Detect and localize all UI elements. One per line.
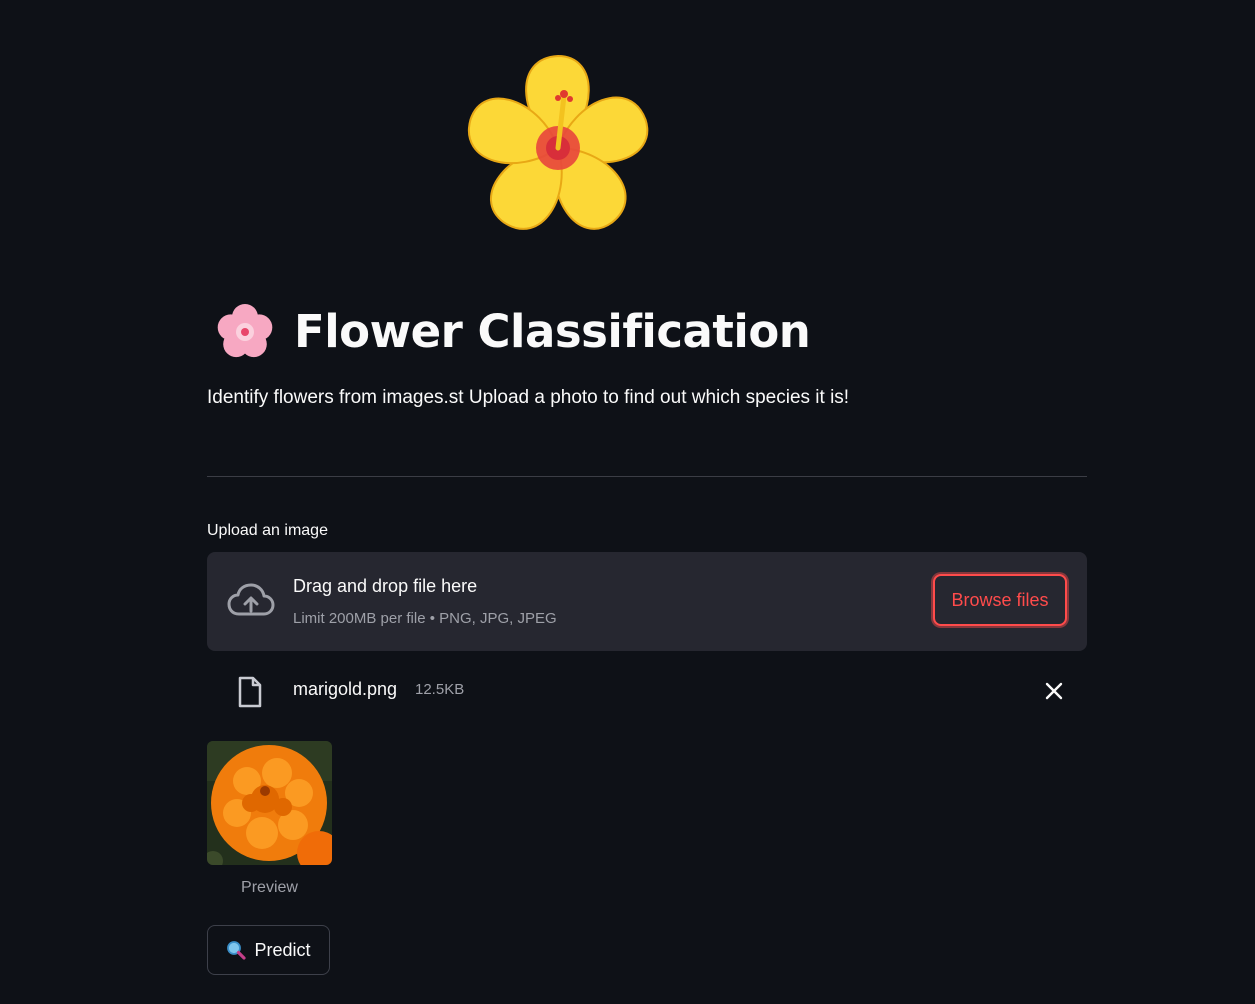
file-size: 12.5KB <box>415 681 465 698</box>
magnifier-icon <box>227 941 247 960</box>
predict-button[interactable]: Predict <box>207 925 330 975</box>
page-title: Flower Classification <box>294 304 811 358</box>
file-name: marigold.png <box>293 679 398 699</box>
cherry-blossom-icon <box>217 304 273 358</box>
hibiscus-icon <box>455 52 661 244</box>
file-icon <box>238 676 262 708</box>
preview-caption: Preview <box>241 879 298 896</box>
file-dropzone[interactable]: Drag and drop file here Limit 200MB per … <box>207 552 1087 651</box>
cloud-upload-icon <box>227 583 275 616</box>
upload-label: Upload an image <box>207 522 328 539</box>
app-root: Flower Classification Identify flowers f… <box>0 0 1255 1004</box>
dropzone-limit: Limit 200MB per file • PNG, JPG, JPEG <box>293 610 557 627</box>
page-title-row: Flower Classification <box>216 298 811 364</box>
remove-file-button[interactable] <box>1043 680 1065 702</box>
page-subtitle: Identify flowers from images.st Upload a… <box>207 387 850 408</box>
dropzone-title: Drag and drop file here <box>293 576 478 596</box>
preview-image <box>207 741 332 865</box>
predict-label: Predict <box>254 939 311 960</box>
uploaded-file-row: marigold.png 12.5KB <box>207 670 1087 710</box>
divider <box>207 476 1087 477</box>
browse-files-button[interactable]: Browse files <box>933 574 1067 626</box>
